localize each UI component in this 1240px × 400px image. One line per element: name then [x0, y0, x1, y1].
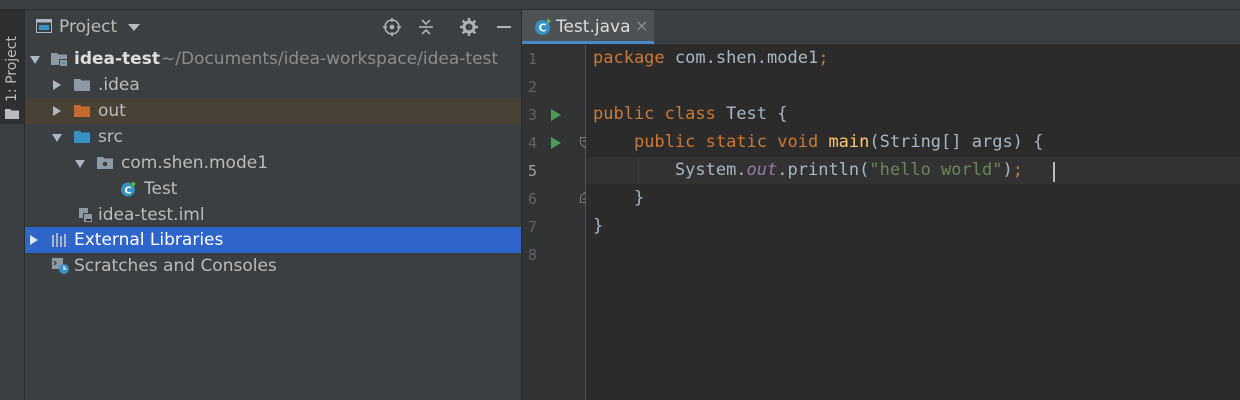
tree-label: Scratches and Consoles [74, 256, 277, 276]
code-line-6: } [593, 188, 644, 208]
line-number-current: 5 [528, 162, 538, 180]
svg-text:C: C [539, 23, 547, 35]
code-editor[interactable] [586, 45, 1240, 400]
run-main-icon[interactable] [551, 137, 561, 149]
line-number: 4 [528, 134, 538, 152]
project-tool-tab-label: 1: Project [4, 36, 20, 102]
tree-row-out[interactable]: out [25, 98, 521, 124]
line-number: 6 [528, 190, 538, 208]
code-line-7: } [593, 216, 603, 236]
close-icon[interactable]: × [635, 16, 648, 35]
editor-tab-bar: C Test.java × [522, 10, 1240, 45]
chevron-down-icon[interactable] [128, 24, 140, 31]
code-text: } [633, 188, 645, 208]
line-number: 2 [528, 78, 538, 96]
tree-row-idea-folder[interactable]: .idea [25, 72, 521, 98]
code-text: ) [1002, 160, 1013, 180]
minimize-icon[interactable] [494, 17, 514, 37]
code-text: (String[] args) { [869, 132, 1044, 152]
tree-label: out [98, 101, 126, 121]
top-toolbar-edge [0, 0, 1240, 10]
code-static-field: out [746, 160, 778, 180]
line-number: 8 [528, 246, 538, 264]
libraries-icon [52, 233, 66, 247]
tree-row-scratches[interactable]: Scratches and Consoles [25, 253, 521, 279]
project-panel: Project idea-test ~/Documents/idea-works… [25, 10, 521, 400]
tree-label: Test [144, 179, 178, 199]
svg-text:C: C [124, 186, 131, 197]
code-keyword: public static void [633, 132, 819, 152]
tree-row-src[interactable]: src [25, 124, 521, 150]
project-panel-header: Project [25, 10, 521, 44]
iml-file-icon [79, 208, 92, 222]
tree-label: com.shen.mode1 [121, 153, 269, 173]
tree-label: idea-test [74, 49, 160, 69]
code-semicolon: ; [818, 48, 829, 68]
chevron-right-icon[interactable] [53, 80, 61, 90]
run-class-icon[interactable] [551, 109, 561, 121]
code-line-1: package com.shen.mode1; [593, 48, 828, 68]
code-line-3: public class Test { [593, 104, 787, 124]
line-number: 1 [528, 50, 538, 68]
tree-row-idea-test[interactable]: idea-test ~/Documents/idea-workspace/ide… [25, 46, 521, 72]
line-number: 3 [528, 106, 538, 124]
chevron-right-icon[interactable] [53, 106, 61, 116]
excluded-folder-icon [74, 105, 90, 117]
tree-label: External Libraries [74, 230, 224, 250]
folder-icon [5, 109, 19, 119]
java-class-icon: C [121, 181, 136, 197]
code-line-4: public static void main(String[] args) { [593, 132, 1043, 152]
package-icon [97, 157, 113, 169]
module-folder-icon [51, 53, 67, 66]
code-semicolon: ; [1012, 160, 1023, 180]
chevron-down-icon[interactable] [52, 134, 62, 142]
code-keyword: package [593, 48, 665, 68]
tree-label: idea-test.iml [98, 205, 205, 225]
tree-row-test-class[interactable]: C Test [25, 176, 521, 202]
text-caret [1053, 162, 1055, 182]
tree-row-iml[interactable]: idea-test.iml [25, 202, 521, 228]
code-text: } [593, 216, 604, 236]
editor-tab-label: Test.java [556, 17, 631, 37]
code-string: "hello world" [869, 160, 1003, 180]
project-panel-title[interactable]: Project [59, 17, 117, 37]
tree-label: .idea [98, 75, 140, 95]
scratches-icon [52, 258, 69, 274]
source-folder-icon [74, 131, 90, 143]
tree-row-package[interactable]: com.shen.mode1 [25, 150, 521, 176]
java-class-icon: C [535, 18, 552, 35]
code-text: .println( [777, 160, 870, 180]
chevron-down-icon[interactable] [30, 56, 40, 64]
tree-row-external-libraries[interactable]: External Libraries [25, 227, 521, 253]
code-text: Test { [715, 104, 788, 124]
chevron-right-icon[interactable] [30, 235, 38, 245]
tree-path: ~/Documents/idea-workspace/idea-test [161, 49, 499, 69]
code-function-name: main [828, 132, 870, 152]
project-tool-tab[interactable]: 1: Project [0, 10, 24, 124]
code-keyword: public class [593, 104, 716, 124]
project-window-icon [36, 19, 52, 33]
code-line-5: System.out.println("hello world"); [593, 160, 1023, 180]
line-number: 7 [528, 218, 538, 236]
code-text: com.shen.mode1 [664, 48, 819, 68]
folder-icon [74, 79, 90, 91]
code-text: System. [674, 160, 747, 180]
tree-label: src [98, 127, 123, 147]
collapse-all-icon[interactable] [416, 17, 436, 37]
gear-icon[interactable] [459, 17, 479, 37]
editor-tab-test-java[interactable]: C Test.java × [522, 10, 654, 44]
chevron-down-icon[interactable] [75, 160, 85, 168]
crosshair-icon[interactable] [382, 17, 402, 37]
